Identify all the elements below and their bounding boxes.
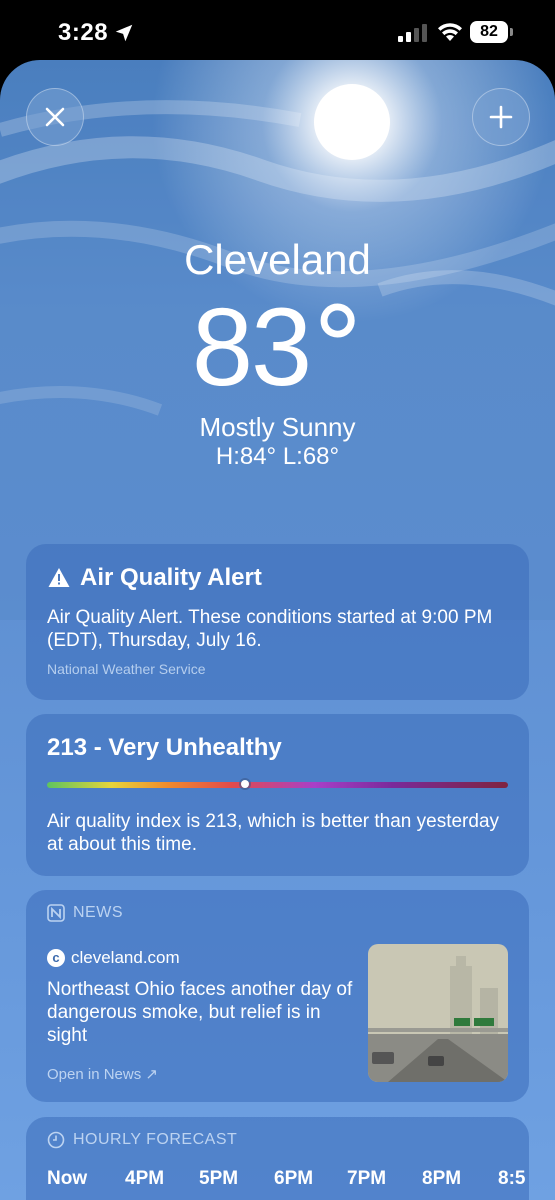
battery-icon: 82: [470, 21, 514, 43]
aqi-description: Air quality index is 213, which is bette…: [47, 811, 500, 855]
news-source: c cleveland.com: [47, 948, 180, 968]
warning-icon: [48, 568, 70, 587]
city-name: Cleveland: [184, 236, 371, 283]
news-header: NEWS: [47, 904, 123, 922]
wifi-icon: [438, 23, 462, 41]
hourly-labels: Now 4PM 5PM 6PM 7PM 8PM 8:5: [47, 1168, 529, 1194]
current-temperature: 83°: [0, 282, 555, 413]
hourly-forecast-card[interactable]: HOURLY FORECAST Now 4PM 5PM 6PM 7PM 8PM …: [26, 1117, 529, 1200]
hour-label: Now: [47, 1168, 88, 1189]
alert-title: Air Quality Alert: [48, 564, 262, 592]
hourly-header-text: HOURLY FORECAST: [73, 1131, 238, 1148]
clock-icon: [47, 1131, 65, 1149]
status-time: 3:28: [58, 19, 109, 46]
alert-source: National Weather Service: [47, 661, 206, 677]
news-card[interactable]: NEWS c cleveland.com Northeast Ohio face…: [26, 890, 529, 1102]
weather-sheet: Cleveland 83° Mostly Sunny H:84° L:68° A…: [0, 60, 555, 1200]
news-header-text: NEWS: [73, 904, 123, 921]
aqi-scale-bar: [47, 782, 508, 788]
air-quality-card[interactable]: 213 - Very Unhealthy Air quality index i…: [26, 714, 529, 876]
hour-label: 4PM: [125, 1168, 165, 1189]
hour-label: 8:5: [498, 1168, 526, 1189]
condition-text: Mostly Sunny: [199, 412, 356, 442]
add-button[interactable]: [472, 88, 530, 146]
alert-title-text: Air Quality Alert: [80, 564, 262, 591]
news-icon: [47, 904, 65, 922]
aqi-indicator: [241, 780, 249, 788]
close-icon: [45, 107, 65, 127]
location-arrow-icon: [115, 24, 133, 42]
battery-level: 82: [470, 21, 508, 43]
open-in-news-link[interactable]: Open in News ↗: [47, 1065, 158, 1083]
hour-label: 5PM: [199, 1168, 239, 1189]
news-headline[interactable]: Northeast Ohio faces another day of dang…: [47, 978, 362, 1047]
hourly-header: HOURLY FORECAST: [47, 1131, 237, 1149]
air-quality-alert-card[interactable]: Air Quality Alert Air Quality Alert. The…: [26, 544, 529, 700]
alert-body: Air Quality Alert. These conditions star…: [47, 607, 493, 651]
status-bar: 3:28 82: [0, 0, 555, 62]
hour-label: 8PM: [422, 1168, 462, 1189]
cleveland-logo-icon: c: [47, 949, 65, 967]
cellular-signal-icon: [398, 24, 427, 42]
hour-label: 7PM: [347, 1168, 387, 1189]
plus-icon: [489, 105, 513, 129]
high-low-text: H:84° L:68°: [215, 443, 340, 470]
degree-symbol: °: [310, 283, 365, 411]
news-source-text: cleveland.com: [71, 948, 180, 967]
news-thumbnail[interactable]: [368, 944, 508, 1082]
temperature-value: 83: [191, 286, 312, 409]
close-button[interactable]: [26, 88, 84, 146]
aqi-title: 213 - Very Unhealthy: [47, 734, 282, 761]
hour-label: 6PM: [274, 1168, 314, 1189]
